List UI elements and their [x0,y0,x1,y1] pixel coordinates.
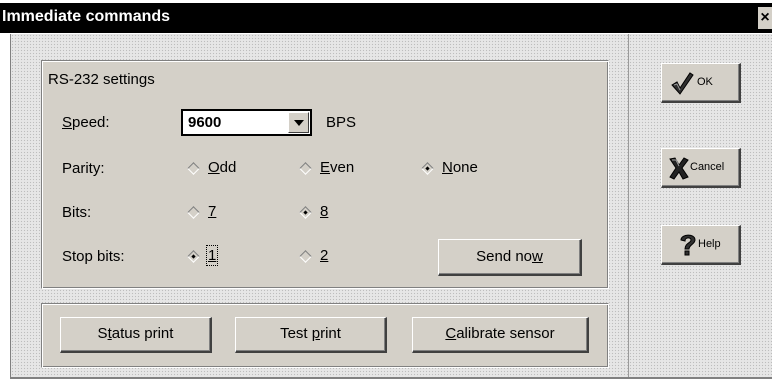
close-icon[interactable]: × [758,7,772,29]
title-bar[interactable]: Immediate commands × [0,3,772,33]
radio-indicator [187,206,200,219]
speed-unit: BPS [326,114,357,131]
stop-bits-2-radio[interactable]: 2 [298,247,338,267]
help-button[interactable]: Help [661,225,741,265]
immediate-commands-dialog: Immediate commands × RS-232 settings Spe… [0,0,772,379]
parity-label: Parity: [62,160,105,177]
rs232-group-title: RS-232 settings [48,71,155,88]
radio-indicator-selected [421,162,434,175]
radio-indicator [299,250,312,263]
bits-7-radio[interactable]: 7 [186,203,226,223]
ok-label: OK [697,76,713,88]
parity-even-radio[interactable]: Even [298,159,372,179]
speed-value: 9600 [188,114,222,131]
question-mark-icon [680,234,696,256]
ok-button[interactable]: OK [661,63,741,103]
send-now-button[interactable]: Send now [438,239,582,276]
radio-indicator [187,162,200,175]
cancel-button[interactable]: Cancel [661,148,741,188]
bits-label: Bits: [62,204,92,221]
vertical-divider [628,34,629,379]
chevron-down-icon[interactable] [288,112,309,133]
parity-odd-radio[interactable]: Odd [186,159,256,179]
radio-indicator [299,162,312,175]
radio-indicator-selected [187,250,200,263]
calibrate-sensor-button[interactable]: Calibrate sensor [412,317,589,353]
radio-indicator-selected [299,206,312,219]
speed-label: Speed: [62,114,110,131]
help-label: Help [698,238,721,250]
checkmark-icon [671,72,694,95]
stop-bits-label: Stop bits: [62,248,125,265]
stop-bits-1-radio[interactable]: 1 [186,245,226,267]
status-print-button[interactable]: Status print [60,317,212,353]
x-icon [669,157,689,180]
speed-combobox[interactable]: 9600 [181,109,312,136]
test-print-button[interactable]: Test print [235,317,387,353]
bits-8-radio[interactable]: 8 [298,203,338,223]
cancel-label: Cancel [690,161,725,173]
window-title: Immediate commands [2,8,171,25]
parity-none-radio[interactable]: None [420,159,494,179]
